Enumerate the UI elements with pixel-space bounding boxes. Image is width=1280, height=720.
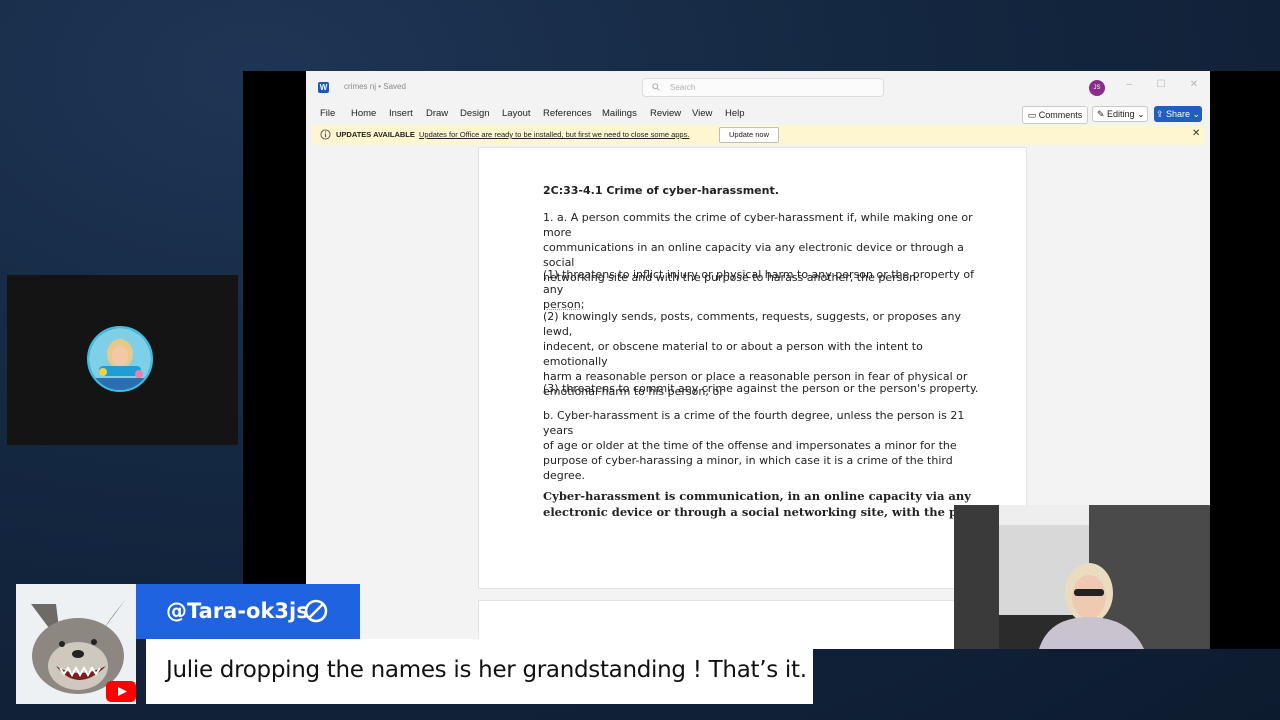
chevron-down-icon: ⌄ (1134, 109, 1145, 119)
menu-design[interactable]: Design (460, 108, 490, 119)
text-line: (3) threatens to commit any crime agains… (543, 382, 979, 395)
comments-button[interactable]: ▭ Comments (1022, 106, 1088, 124)
word-app-icon: W (318, 82, 329, 93)
webcam-feed (954, 505, 1210, 649)
webcam-scene (954, 505, 1210, 649)
share-icon: ⇪ (1155, 109, 1166, 119)
editing-mode-button[interactable]: ✎ Editing ⌄ (1092, 106, 1148, 122)
chat-message-box: Julie dropping the names is her grandsta… (146, 639, 813, 704)
document-name[interactable]: crimes nj • Saved (344, 82, 406, 91)
text-line: Cyber-harassment is communication, in an… (543, 489, 971, 503)
definition-paragraph: Cyber-harassment is communication, in an… (543, 488, 1003, 520)
text-line: purpose of cyber-harassing a minor, in w… (543, 454, 953, 482)
update-notification-bar: UPDATES AVAILABLE Updates for Office are… (312, 125, 1205, 145)
text-line: (1) threatens to inflict injury or physi… (543, 268, 974, 296)
paragraph-1: (1) threatens to inflict injury or physi… (543, 267, 983, 312)
close-icon[interactable]: ✕ (1192, 128, 1200, 139)
menu-home[interactable]: Home (351, 108, 376, 119)
search-icon (652, 83, 660, 91)
maximize-icon[interactable]: ☐ (1154, 79, 1168, 90)
chat-message: Julie dropping the names is her grandsta… (166, 657, 807, 683)
chat-username-banner: @Tara-ok3js (136, 584, 360, 639)
menu-review[interactable]: Review (650, 108, 681, 119)
menu-draw[interactable]: Draw (426, 108, 448, 119)
paragraph-1b: b. Cyber-harassment is a crime of the fo… (543, 408, 983, 483)
chevron-down-icon: ⌄ (1190, 109, 1201, 119)
avatar-illustration (89, 328, 151, 390)
text-line: 1. a. A person commits the crime of cybe… (543, 211, 973, 239)
text-line: electronic device or through a social ne… (543, 505, 1001, 519)
share-label: Share (1165, 109, 1191, 119)
text-line: of age or older at the time of the offen… (543, 439, 957, 452)
minimize-icon[interactable]: – (1122, 79, 1136, 90)
comments-label: Comments (1038, 110, 1083, 120)
update-title: UPDATES AVAILABLE (336, 130, 415, 139)
search-box[interactable]: Search (642, 78, 884, 97)
paragraph-3: (3) threatens to commit any crime agains… (543, 381, 983, 396)
comment-icon: ▭ (1027, 110, 1039, 120)
update-now-button[interactable]: Update now (719, 127, 779, 143)
moderator-ban-icon (304, 599, 328, 623)
menu-references[interactable]: References (543, 108, 592, 119)
youtube-icon (106, 681, 136, 702)
menu-view[interactable]: View (692, 108, 712, 119)
text-line: indecent, or obscene material to or abou… (543, 340, 923, 368)
share-button[interactable]: ⇪ Share ⌄ (1154, 106, 1202, 122)
account-avatar[interactable]: JS (1089, 80, 1105, 96)
editing-label: Editing (1107, 109, 1135, 119)
close-icon[interactable]: ✕ (1187, 79, 1201, 90)
menu-help[interactable]: Help (725, 108, 745, 119)
menu-mailings[interactable]: Mailings (602, 108, 637, 119)
menu-file[interactable]: File (320, 108, 335, 119)
host-avatar-image (87, 326, 153, 392)
text-line: b. Cyber-harassment is a crime of the fo… (543, 409, 965, 437)
document-page[interactable]: 2C:33-4.1 Crime of cyber-harassment. 1. … (478, 147, 1027, 589)
info-icon (320, 129, 331, 140)
search-placeholder: Search (670, 83, 696, 92)
menu-layout[interactable]: Layout (502, 108, 531, 119)
pencil-icon: ✎ (1097, 109, 1108, 119)
section-heading: 2C:33-4.1 Crime of cyber-harassment. (543, 184, 779, 197)
title-bar: W crimes nj • Saved Search JS – ☐ ✕ (306, 71, 1210, 103)
chat-username: @Tara-ok3js (166, 599, 309, 623)
text-line: communications in an online capacity via… (543, 241, 964, 269)
text-line: (2) knowingly sends, posts, comments, re… (543, 310, 962, 338)
update-message-link[interactable]: Updates for Office are ready to be insta… (419, 130, 689, 139)
menu-insert[interactable]: Insert (389, 108, 413, 119)
